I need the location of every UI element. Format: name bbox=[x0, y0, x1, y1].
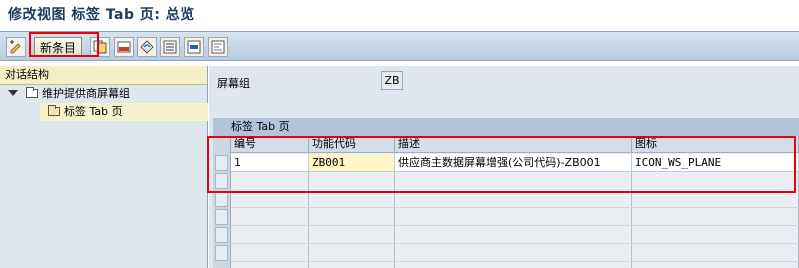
screen-group-label: 屏幕组 bbox=[217, 77, 250, 90]
table-row[interactable] bbox=[231, 226, 799, 244]
row-selector[interactable] bbox=[215, 245, 228, 261]
title-bar: 修改视图 标签 Tab 页: 总览 bbox=[0, 0, 799, 31]
display-change-icon[interactable] bbox=[6, 37, 26, 57]
tree-item-screen-group[interactable]: 维护提供商屏幕组 bbox=[0, 85, 207, 103]
table-row[interactable] bbox=[231, 190, 799, 208]
cell-icon[interactable]: ICON_WS_PLANE bbox=[632, 154, 799, 172]
screen-group-field[interactable]: ZB bbox=[381, 71, 403, 90]
select-all-icon[interactable] bbox=[160, 37, 180, 57]
table-title: 标签 Tab 页 bbox=[213, 118, 799, 136]
header-function-code[interactable]: 功能代码 bbox=[309, 136, 395, 153]
cell-description[interactable]: 供应商主数据屏幕增强(公司代码)-ZB001 bbox=[395, 154, 632, 172]
copy-icon[interactable] bbox=[90, 37, 110, 57]
tree-item-label: 标签 Tab 页 bbox=[64, 105, 123, 118]
row-selector[interactable] bbox=[215, 209, 228, 225]
header-number[interactable]: 编号 bbox=[231, 136, 309, 153]
row-selector[interactable] bbox=[215, 155, 228, 171]
row-selector[interactable] bbox=[215, 227, 228, 243]
header-icon[interactable]: 图标 bbox=[632, 136, 799, 153]
tab-pages-table: 编号 功能代码 描述 图标 1 ZB001 供应商主数据屏幕增强(公司代码)-Z… bbox=[213, 136, 799, 268]
cell-function-code[interactable]: ZB001 bbox=[309, 154, 395, 172]
row-selector[interactable] bbox=[215, 191, 228, 207]
application-toolbar: 新条目 bbox=[0, 31, 799, 61]
deselect-all-icon[interactable] bbox=[208, 37, 228, 57]
undo-icon[interactable] bbox=[137, 37, 157, 57]
open-folder-icon bbox=[48, 105, 60, 116]
dialog-structure-header: 对话结构 bbox=[0, 66, 207, 85]
row-selector-column bbox=[213, 136, 231, 268]
new-entries-button[interactable]: 新条目 bbox=[34, 37, 82, 57]
row-selector[interactable] bbox=[215, 173, 228, 189]
cell-number[interactable]: 1 bbox=[231, 154, 309, 172]
tree-item-tab-pages[interactable]: 标签 Tab 页 bbox=[40, 103, 208, 121]
table-row[interactable] bbox=[231, 244, 799, 262]
select-block-icon[interactable] bbox=[184, 37, 204, 57]
tree-item-label: 维护提供商屏幕组 bbox=[42, 87, 130, 100]
delete-icon[interactable] bbox=[114, 37, 134, 57]
page-title: 修改视图 标签 Tab 页: 总览 bbox=[8, 7, 195, 23]
folder-icon bbox=[26, 87, 38, 98]
collapse-triangle-icon[interactable] bbox=[8, 90, 18, 96]
dialog-structure-panel: 对话结构 维护提供商屏幕组 标签 Tab 页 bbox=[0, 66, 208, 268]
header-description[interactable]: 描述 bbox=[395, 136, 632, 153]
content-area: 屏幕组 ZB 标签 Tab 页 编号 功能代码 描述 图标 1 ZB001 供应… bbox=[209, 66, 799, 268]
table-row[interactable] bbox=[231, 208, 799, 226]
